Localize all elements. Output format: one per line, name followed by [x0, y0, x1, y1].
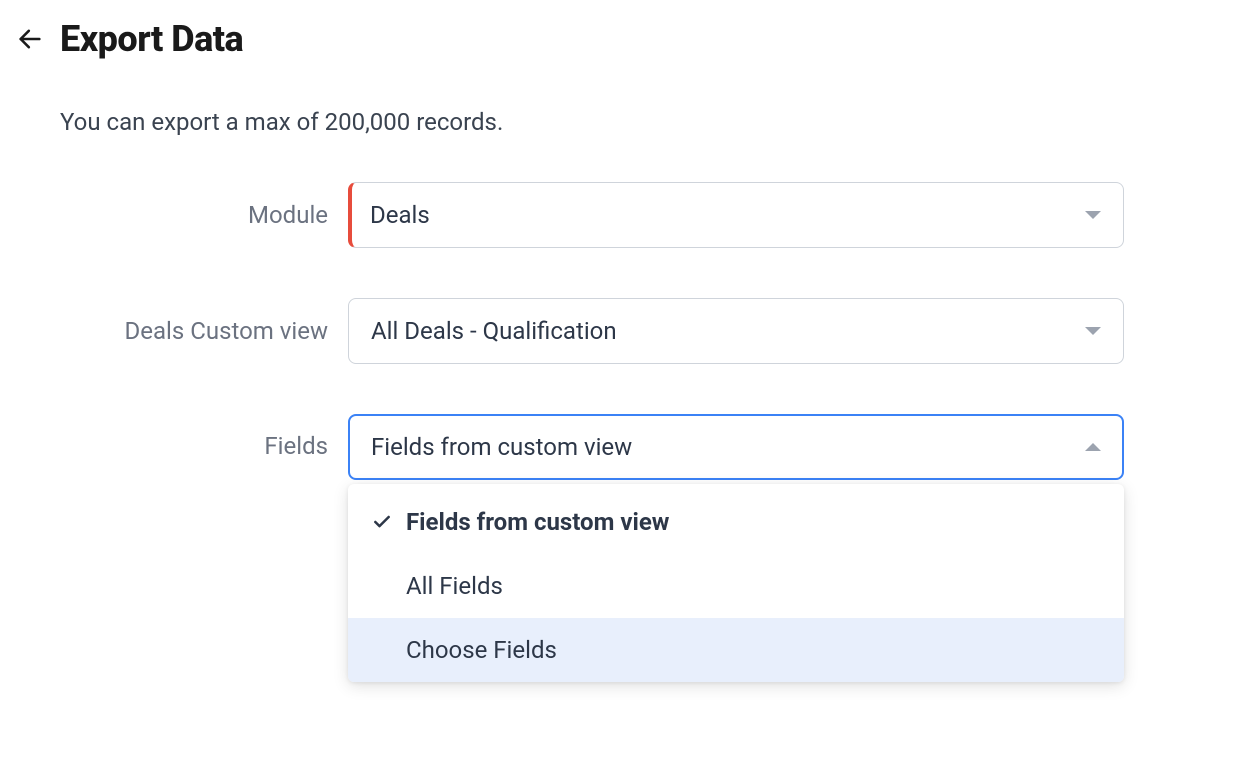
custom-view-label: Deals Custom view [16, 317, 348, 345]
page-title: Export Data [60, 18, 243, 60]
fields-dropdown[interactable]: Fields from custom view [348, 414, 1124, 480]
fields-dropdown-menu: Fields from custom view All Fields Choos… [348, 484, 1124, 682]
back-button[interactable] [16, 25, 44, 53]
custom-view-dropdown-value: All Deals - Qualification [371, 317, 617, 345]
caret-down-icon [1085, 211, 1101, 219]
arrow-left-icon [16, 25, 44, 53]
module-dropdown-value: Deals [370, 201, 430, 229]
caret-up-icon [1085, 443, 1101, 451]
module-label: Module [16, 201, 348, 229]
module-dropdown[interactable]: Deals [348, 182, 1124, 248]
option-label: Choose Fields [406, 636, 557, 664]
option-label: All Fields [406, 572, 503, 600]
fields-option-all-fields[interactable]: All Fields [348, 554, 1124, 618]
check-icon [372, 512, 392, 532]
custom-view-dropdown[interactable]: All Deals - Qualification [348, 298, 1124, 364]
fields-option-from-custom-view[interactable]: Fields from custom view [348, 490, 1124, 554]
caret-down-icon [1085, 327, 1101, 335]
fields-option-choose-fields[interactable]: Choose Fields [348, 618, 1124, 682]
page-subtitle: You can export a max of 200,000 records. [60, 108, 1228, 136]
option-label: Fields from custom view [406, 508, 669, 536]
fields-dropdown-value: Fields from custom view [371, 433, 632, 461]
fields-label: Fields [16, 414, 348, 460]
